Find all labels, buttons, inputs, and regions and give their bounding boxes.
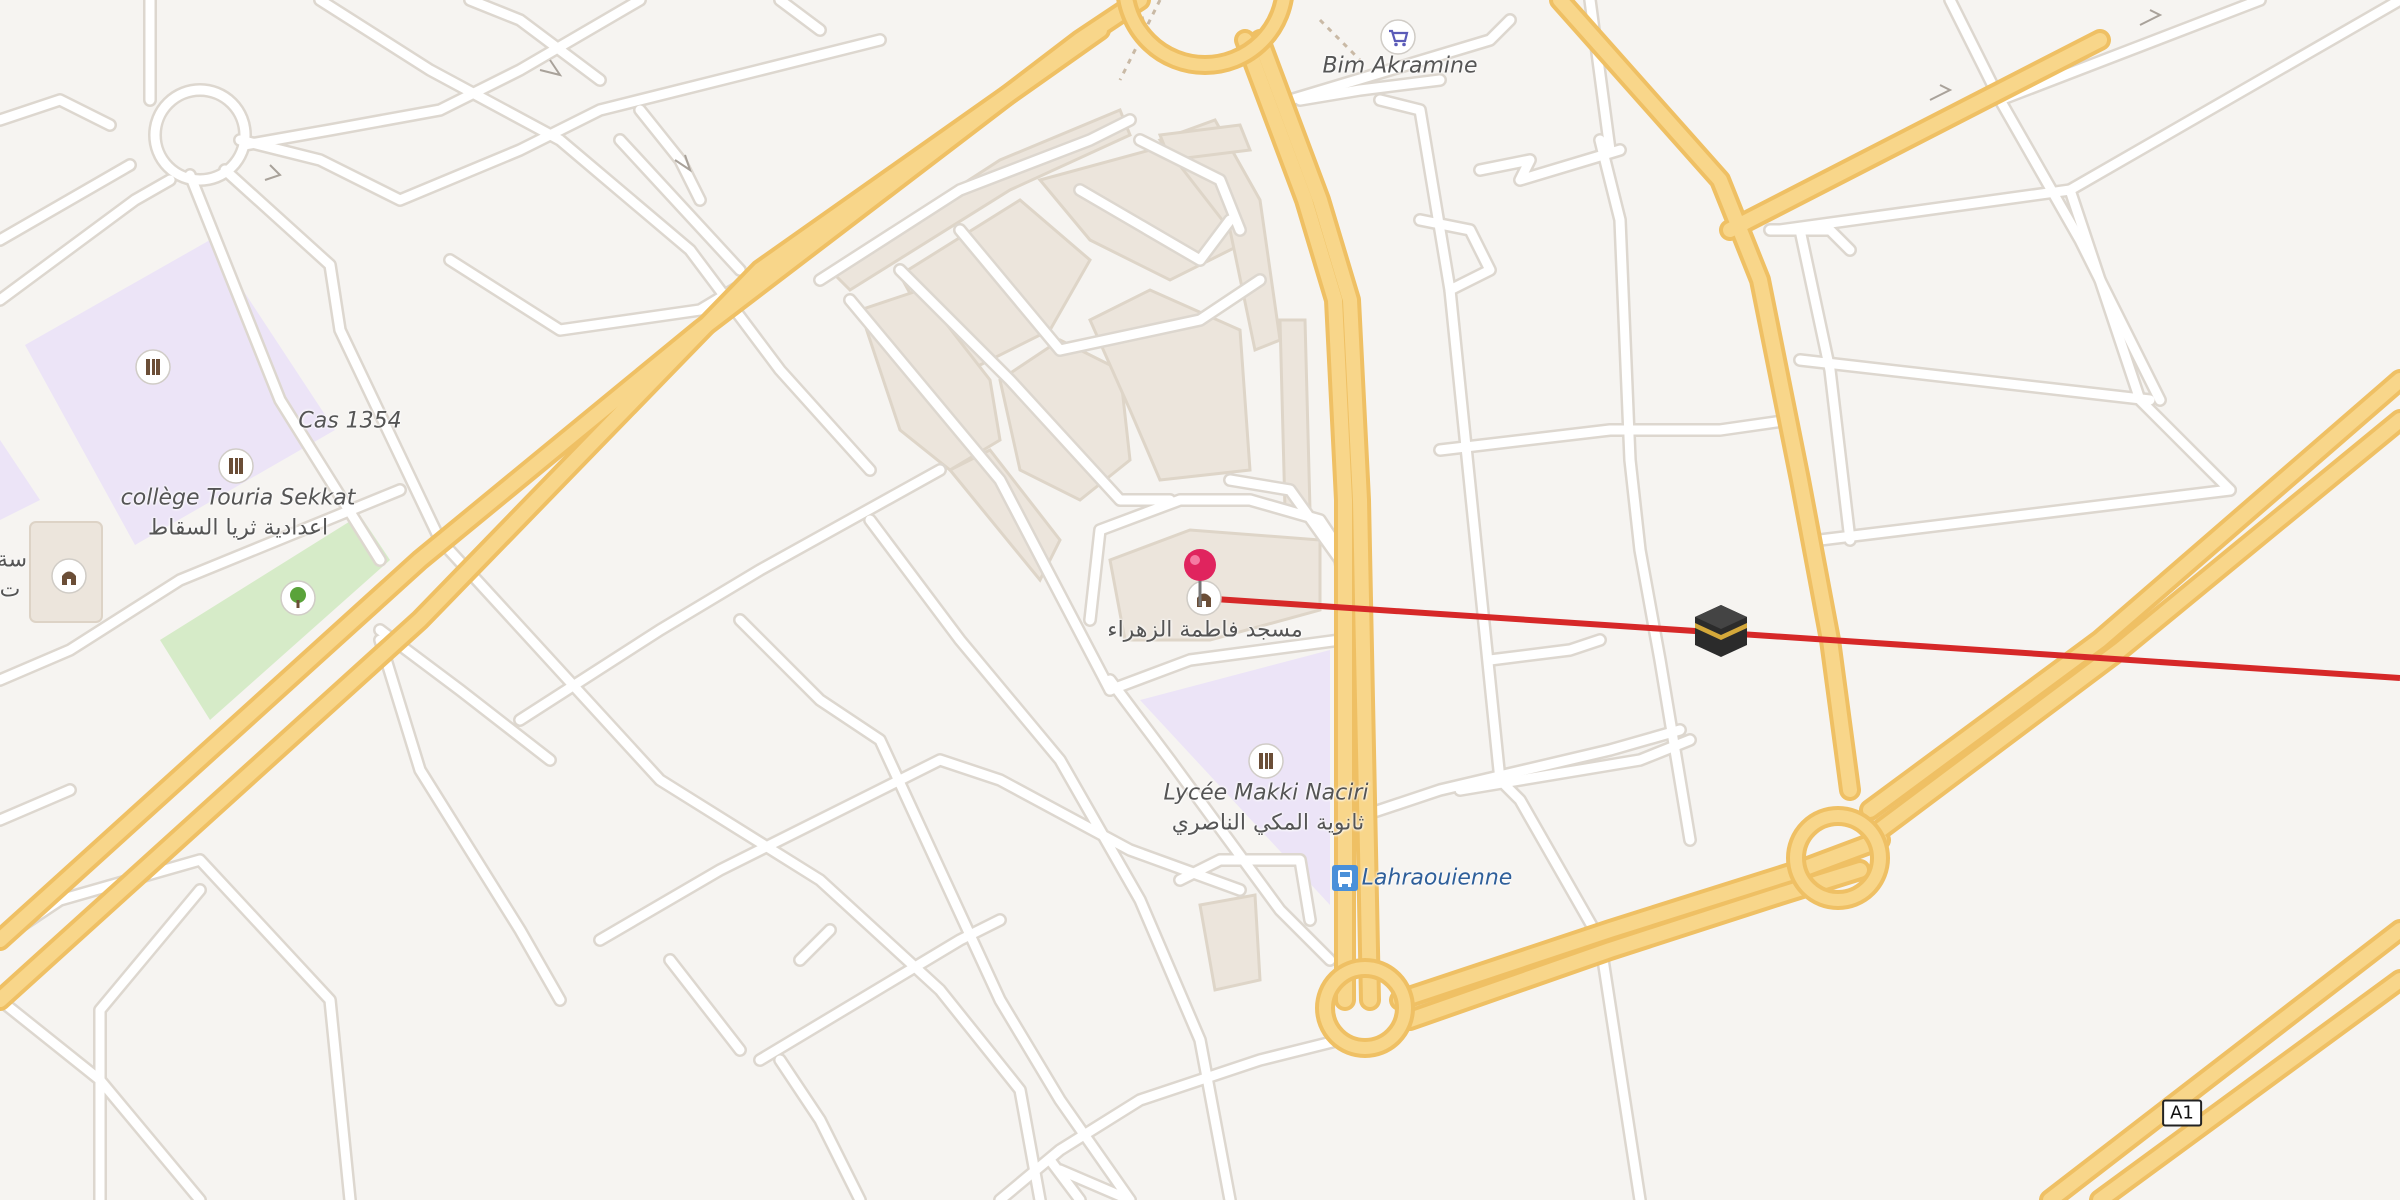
qibla-line	[1199, 595, 2400, 681]
label-lycee-ar: ثانوية المكي الناصري	[1171, 810, 1365, 836]
label-college-ar: اعدادية ثريا السقاط	[147, 515, 329, 541]
shopping-cart-icon[interactable]	[1380, 19, 1416, 55]
school-icon[interactable]	[135, 349, 171, 385]
label-bus-stop: Lahraouienne	[1361, 865, 1513, 891]
label-lycee-fr: Lycée Makki Naciri	[1163, 780, 1369, 806]
road-shield-a1: A1	[2162, 1099, 2202, 1127]
school-icon[interactable]	[218, 448, 254, 484]
label-edge-ar-1: سة	[0, 547, 28, 573]
park-tree-icon[interactable]	[280, 580, 316, 616]
label-edge-ar-2: ت	[0, 577, 21, 603]
label-college-fr: collège Touria Sekkat	[120, 485, 356, 511]
school-area-left-edge	[0, 440, 40, 520]
bus-stop-icon[interactable]	[1332, 865, 1358, 891]
mosque-icon[interactable]	[51, 558, 87, 594]
school-icon[interactable]	[1248, 743, 1284, 779]
map-canvas[interactable]: Bim Akramine Cas 1354 collège Touria Sek…	[0, 0, 2400, 1200]
label-bim-akramine: Bim Akramine	[1322, 53, 1478, 79]
kaaba-icon[interactable]	[1693, 603, 1749, 663]
location-pin-icon[interactable]	[1181, 548, 1219, 612]
label-cas-1354: Cas 1354	[298, 408, 402, 434]
label-mosque-ar: مسجد فاطمة الزهراء	[1107, 617, 1303, 643]
